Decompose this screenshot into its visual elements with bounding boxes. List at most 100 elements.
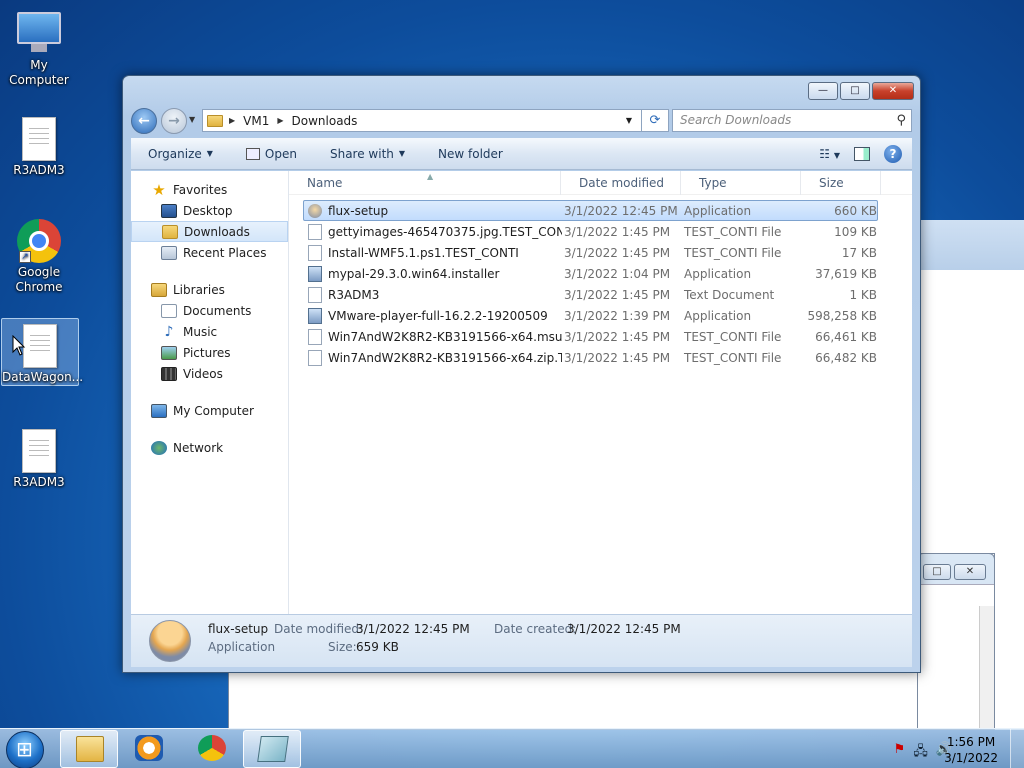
background-window-titlebar[interactable]: □ ✕	[917, 553, 995, 730]
column-header-date[interactable]: Date modified	[561, 170, 681, 195]
shortcut-arrow-icon: ↗	[19, 251, 31, 263]
application-icon	[149, 620, 191, 662]
file-row[interactable]: Win7AndW2K8R2-KB3191566-x64.msu.TE... 3/…	[303, 326, 878, 347]
nav-label: Pictures	[183, 345, 231, 360]
taskbar-media-player[interactable]	[120, 730, 178, 768]
preview-pane-icon[interactable]	[854, 146, 870, 161]
file-row[interactable]: flux-setup 3/1/2022 12:45 PM Application…	[303, 200, 878, 221]
desktop-icon-label: DataWagon...	[2, 370, 84, 384]
desktop-icon-r3adm3[interactable]: R3ADM3	[0, 115, 78, 178]
desktop-icon	[161, 203, 177, 218]
nav-label: Music	[183, 324, 218, 339]
details-file-type: Application	[208, 640, 276, 654]
nav-network[interactable]: Network	[131, 437, 288, 458]
column-header-name[interactable]: Name ▲	[289, 170, 561, 195]
address-row: ← → ▼ ▶ VM1 ▶ Downloads ▼ ⟳ Search Downl…	[131, 107, 912, 135]
show-desktop-button[interactable]	[1010, 729, 1024, 768]
folder-icon	[207, 114, 223, 127]
file-size: 66,482 KB	[815, 350, 877, 365]
breadcrumb-separator-icon[interactable]: ▶	[277, 116, 283, 125]
chrome-icon	[198, 735, 226, 761]
address-bar[interactable]: ▶ VM1 ▶ Downloads ▼	[202, 109, 667, 132]
file-date: 3/1/2022 1:45 PM	[564, 350, 671, 365]
taskbar-explorer[interactable]	[60, 730, 118, 768]
file-row[interactable]: Install-WMF5.1.ps1.TEST_CONTI 3/1/2022 1…	[303, 242, 878, 263]
star-icon: ★	[152, 180, 166, 199]
nav-pictures[interactable]: Pictures	[131, 342, 288, 363]
file-list-pane[interactable]: Name ▲ Date modified Type Size flux-setu…	[289, 170, 912, 614]
file-type: TEST_CONTI File	[684, 224, 782, 239]
new-folder-label: New folder	[438, 146, 503, 161]
new-folder-button[interactable]: New folder	[421, 147, 519, 161]
maximize-button[interactable]: □	[923, 564, 951, 580]
file-row[interactable]: R3ADM3 3/1/2022 1:45 PM Text Document 1 …	[303, 284, 878, 305]
file-size: 598,258 KB	[807, 308, 877, 323]
forward-button[interactable]: →	[161, 108, 187, 134]
search-input[interactable]: Search Downloads ⚲	[672, 109, 912, 132]
file-date: 3/1/2022 1:04 PM	[564, 266, 671, 281]
file-row[interactable]: gettyimages-465470375.jpg.TEST_CONTI 3/1…	[303, 221, 878, 242]
start-button[interactable]	[6, 731, 44, 768]
nav-label: Videos	[183, 366, 223, 381]
scrollbar[interactable]	[979, 606, 994, 729]
file-row[interactable]: mypal-29.3.0.win64.installer 3/1/2022 1:…	[303, 263, 878, 284]
refresh-button[interactable]: ⟳	[641, 109, 669, 132]
column-label: Type	[699, 175, 727, 190]
file-size: 660 KB	[834, 203, 877, 218]
back-button[interactable]: ←	[131, 108, 157, 134]
file-name: Win7AndW2K8R2-KB3191566-x64.zip.TES...	[328, 350, 562, 365]
file-icon	[308, 349, 322, 366]
nav-favorites[interactable]: ★ Favorites	[131, 179, 288, 200]
file-size: 66,461 KB	[815, 329, 877, 344]
open-button[interactable]: Open	[229, 147, 313, 161]
view-options-icon[interactable]: ☷ ▼	[819, 147, 840, 161]
nav-videos[interactable]: Videos	[131, 363, 288, 384]
help-icon[interactable]: ?	[884, 144, 902, 163]
file-size: 37,619 KB	[815, 266, 877, 281]
desktop-icon-label: Google Chrome	[15, 265, 63, 294]
nav-documents[interactable]: Documents	[131, 300, 288, 321]
maximize-button[interactable]: □	[840, 82, 870, 100]
nav-music[interactable]: ♪ Music	[131, 321, 288, 342]
chevron-down-icon[interactable]: ▼	[626, 116, 632, 125]
breadcrumb-item[interactable]: Downloads	[292, 114, 358, 128]
close-button[interactable]: ✕	[872, 82, 914, 100]
desktop-icon-google-chrome[interactable]: ↗ Google Chrome	[0, 217, 78, 295]
breadcrumb-separator-icon[interactable]: ▶	[229, 116, 235, 125]
taskbar-notepad[interactable]	[243, 730, 301, 768]
date-modified-label: Date modified:	[274, 622, 364, 636]
document-icon	[22, 117, 56, 161]
nav-recent-places[interactable]: Recent Places	[131, 242, 288, 263]
desktop-icon-r3adm3-2[interactable]: R3ADM3	[0, 427, 78, 490]
minimize-button[interactable]: —	[808, 82, 838, 100]
desktop-icon-my-computer[interactable]: My Computer	[0, 8, 78, 88]
installer-icon	[308, 265, 322, 282]
nav-label: Desktop	[183, 203, 233, 218]
close-button[interactable]: ✕	[954, 564, 986, 580]
nav-libraries[interactable]: Libraries	[131, 279, 288, 300]
nav-downloads[interactable]: Downloads	[131, 221, 288, 242]
file-name: Install-WMF5.1.ps1.TEST_CONTI	[328, 245, 519, 260]
network-icon	[151, 440, 167, 455]
clock[interactable]: 1:56 PM 3/1/2022	[944, 734, 998, 766]
music-icon: ♪	[164, 323, 174, 340]
media-player-icon	[135, 735, 163, 761]
size-label: Size:	[328, 640, 357, 654]
file-row[interactable]: VMware-player-full-16.2.2-19200509 3/1/2…	[303, 305, 878, 326]
nav-desktop[interactable]: Desktop	[131, 200, 288, 221]
recent-pages-chevron-icon[interactable]: ▼	[189, 115, 195, 124]
navigation-pane[interactable]: ★ Favorites Desktop Downloads Recent Pla…	[131, 171, 289, 614]
organize-button[interactable]: Organize ▼	[131, 147, 229, 161]
clock-time: 1:56 PM	[946, 735, 996, 749]
action-center-flag-icon[interactable]: ⚑	[894, 742, 906, 764]
nav-my-computer[interactable]: My Computer	[131, 400, 288, 421]
taskbar-chrome[interactable]	[183, 730, 241, 768]
breadcrumb-item[interactable]: VM1	[243, 114, 269, 128]
share-with-button[interactable]: Share with ▼	[313, 147, 421, 161]
column-header-type[interactable]: Type	[681, 170, 801, 195]
nav-label: Downloads	[184, 224, 250, 239]
network-icon[interactable]: 🖧	[913, 742, 928, 764]
search-icon[interactable]: ⚲	[896, 110, 906, 131]
column-header-size[interactable]: Size	[801, 170, 881, 195]
file-row[interactable]: Win7AndW2K8R2-KB3191566-x64.zip.TES... 3…	[303, 347, 878, 368]
